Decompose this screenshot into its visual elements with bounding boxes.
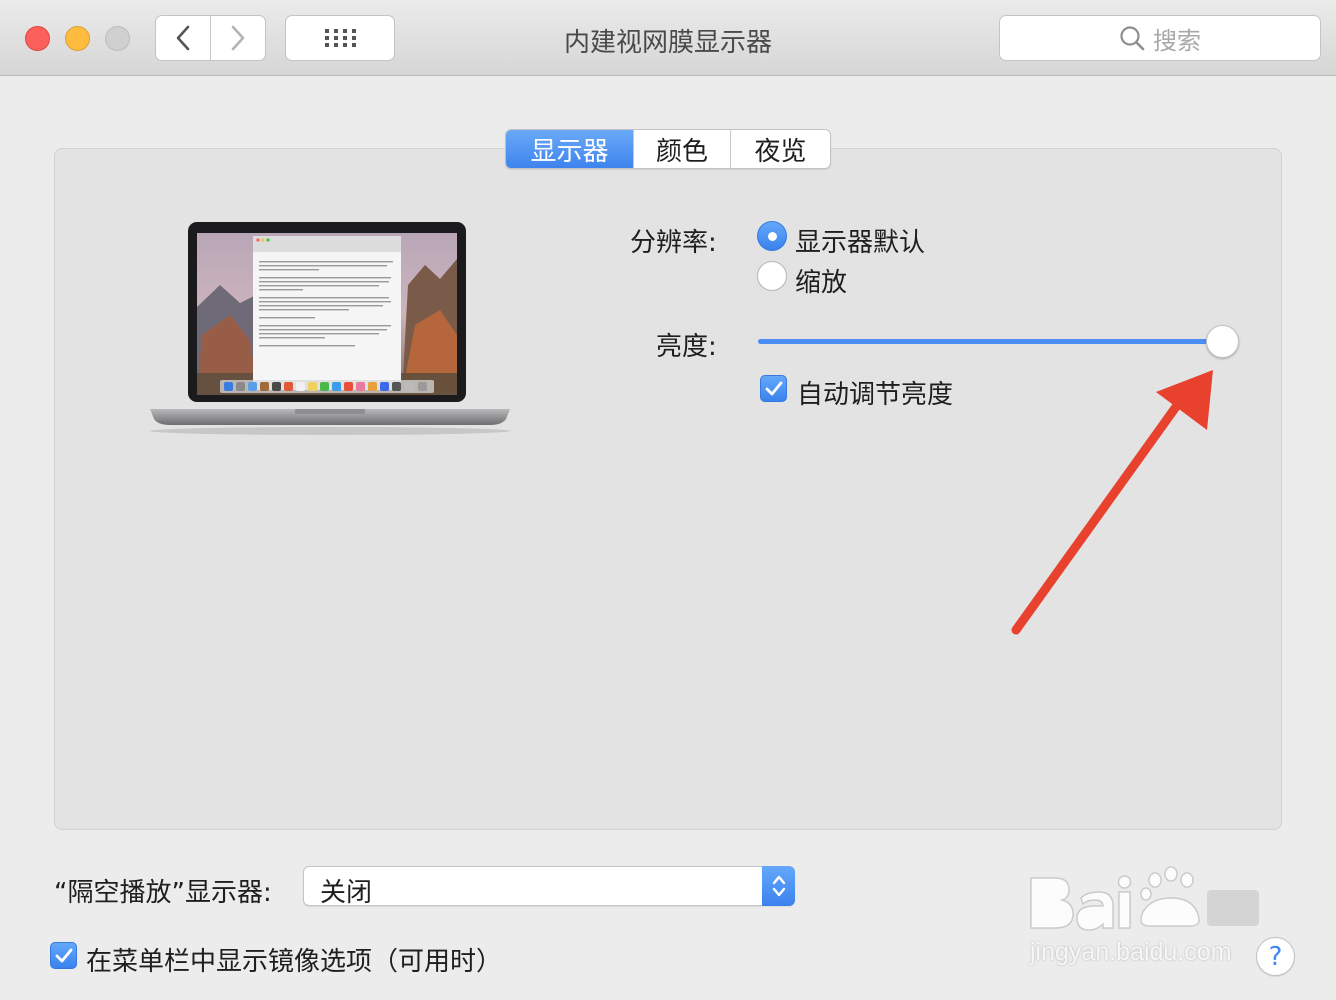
- brightness-label: 亮度:: [656, 332, 717, 362]
- mirroring-menu-checkbox[interactable]: [50, 942, 77, 969]
- tab-night-shift[interactable]: 夜览: [730, 130, 830, 168]
- tab-bar: 显示器 颜色 夜览: [505, 129, 831, 169]
- airplay-display-label: “隔空播放”显示器:: [54, 878, 272, 908]
- radio-display-default-label[interactable]: 显示器默认: [795, 222, 925, 259]
- macbook-illustration: [150, 222, 510, 435]
- checkmark-icon: [55, 948, 72, 962]
- brightness-slider-knob[interactable]: [1206, 325, 1239, 358]
- title-bar: 内建视网膜显示器 搜索: [0, 0, 1336, 76]
- mirroring-menu-label[interactable]: 在菜单栏中显示镜像选项（可用时）: [86, 941, 502, 978]
- checkmark-icon: [765, 381, 782, 395]
- auto-brightness-label[interactable]: 自动调节亮度: [797, 374, 953, 411]
- airplay-display-popup[interactable]: 关闭: [303, 866, 795, 908]
- search-placeholder: 搜索: [1153, 26, 1201, 55]
- brightness-slider[interactable]: [758, 339, 1224, 344]
- tab-display[interactable]: 显示器: [506, 130, 633, 168]
- help-button[interactable]: ?: [1256, 937, 1295, 976]
- auto-brightness-checkbox[interactable]: [760, 375, 787, 402]
- search-icon: [1120, 26, 1145, 51]
- radio-scaled-label[interactable]: 缩放: [795, 262, 847, 299]
- baidu-jingyan-watermark: [1030, 866, 1259, 931]
- search-field[interactable]: 搜索: [999, 15, 1321, 61]
- watermark-url: jingyan.baidu.com: [1030, 938, 1232, 966]
- resolution-label: 分辨率:: [630, 228, 717, 258]
- tab-color[interactable]: 颜色: [633, 130, 730, 168]
- radio-display-default[interactable]: [757, 221, 787, 251]
- radio-scaled[interactable]: [757, 261, 787, 291]
- popup-arrows-icon: [762, 866, 795, 906]
- airplay-display-value: 关闭: [320, 878, 373, 908]
